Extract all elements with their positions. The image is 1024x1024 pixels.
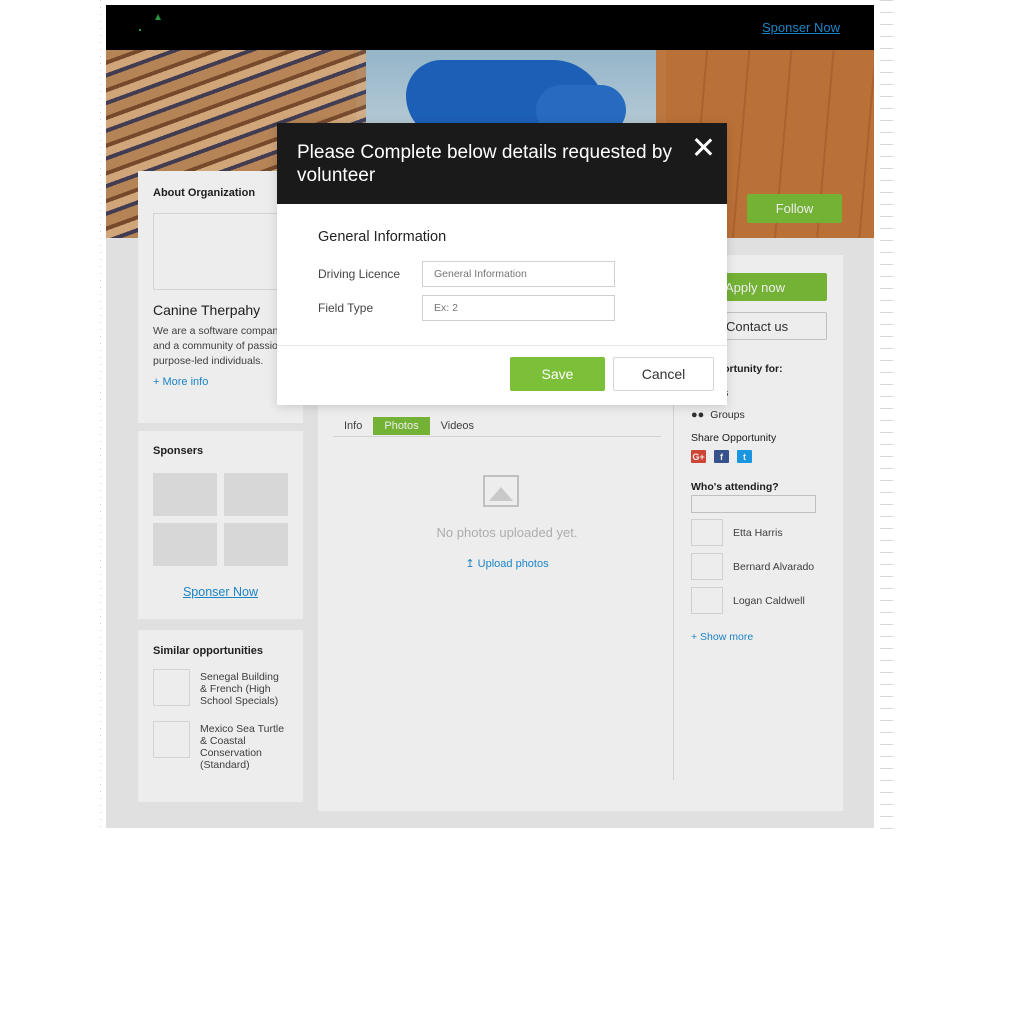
cancel-button[interactable]: Cancel <box>613 357 714 391</box>
modal-footer-divider <box>277 345 727 346</box>
field-type-input[interactable] <box>422 295 615 321</box>
general-information-heading: General Information <box>318 229 447 245</box>
close-icon[interactable] <box>693 137 713 157</box>
volunteer-details-modal: Please Complete below details requested … <box>277 123 727 405</box>
modal-title: Please Complete below details requested … <box>297 142 672 186</box>
save-button[interactable]: Save <box>510 357 605 391</box>
driving-licence-label: Driving Licence <box>318 267 401 281</box>
modal-header: Please Complete below details requested … <box>277 123 727 204</box>
field-type-label: Field Type <box>318 301 374 315</box>
driving-licence-input[interactable] <box>422 261 615 287</box>
page: Sponser Now Follow About Organization Ca… <box>106 5 874 828</box>
guide-dots-right <box>880 0 893 830</box>
guide-dots-left <box>100 0 105 830</box>
